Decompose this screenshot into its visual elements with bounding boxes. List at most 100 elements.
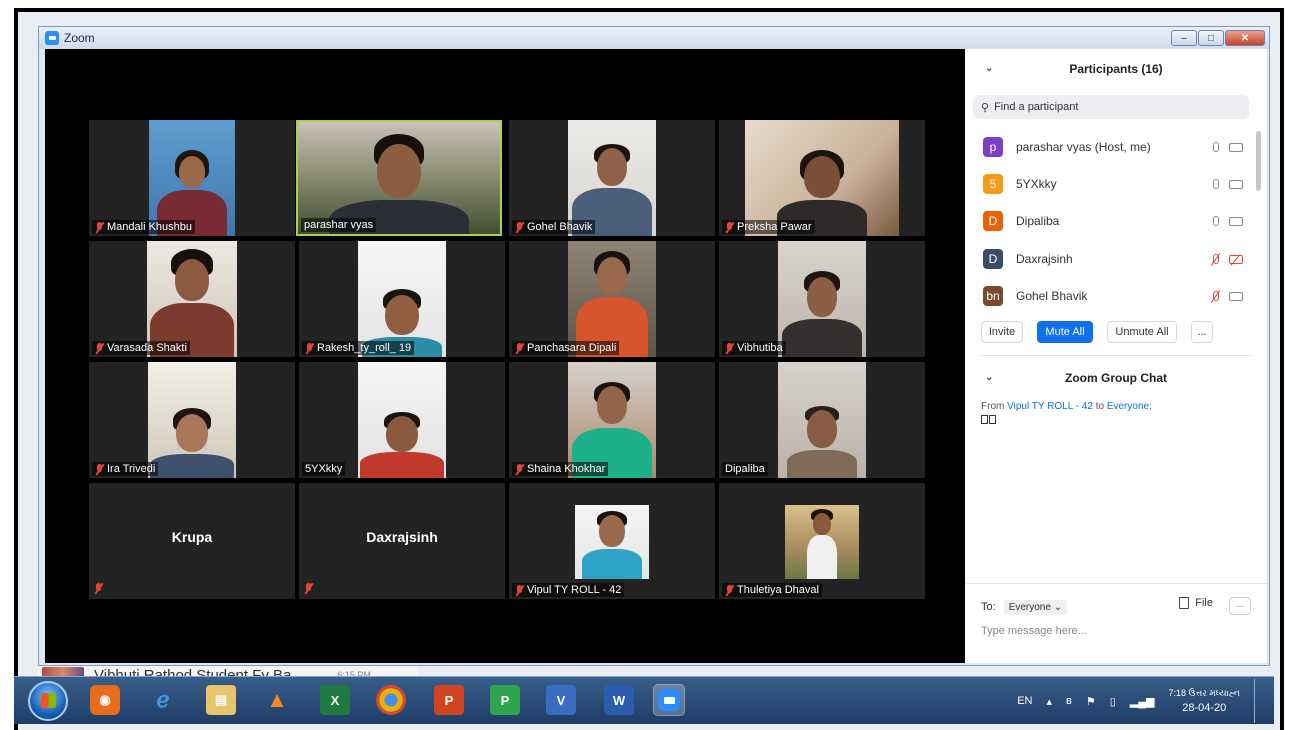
- sender-name[interactable]: Vipul TY ROLL - 42: [1007, 401, 1093, 412]
- name-tag: Vipul TY ROLL - 42: [512, 583, 625, 597]
- title-bar[interactable]: Zoom – □ ✕: [39, 27, 1269, 49]
- video-tile[interactable]: Dipaliba: [719, 362, 925, 478]
- chat-more-button[interactable]: ···: [1229, 597, 1251, 615]
- vlc-icon[interactable]: ▲: [262, 685, 292, 715]
- participant-name: Daxrajsinh: [366, 529, 438, 545]
- zoom-taskbar-icon[interactable]: [654, 685, 684, 715]
- outlook-icon[interactable]: ◉: [90, 685, 120, 715]
- participant-video: [778, 362, 866, 478]
- video-tile-active-speaker[interactable]: parashar vyas: [296, 120, 502, 236]
- microphone-muted-icon[interactable]: [1213, 291, 1219, 301]
- language-indicator[interactable]: EN: [1017, 695, 1032, 707]
- participant-name: Preksha Pawar: [737, 221, 812, 233]
- unmute-all-button[interactable]: Unmute All: [1107, 321, 1177, 343]
- name-tag: parashar vyas: [301, 218, 377, 232]
- minimize-button[interactable]: –: [1171, 30, 1197, 46]
- flag-icon[interactable]: ⚑: [1086, 695, 1096, 708]
- participant-video: [778, 241, 866, 357]
- video-tile[interactable]: Panchasara Dipali: [509, 241, 715, 357]
- camera-icon[interactable]: [1229, 142, 1243, 152]
- participant-name: Vibhutiba: [737, 342, 783, 354]
- microphone-icon[interactable]: [1213, 216, 1219, 226]
- bluetooth-icon[interactable]: ʙ: [1066, 695, 1072, 707]
- signal-icon[interactable]: ▂▄▆: [1130, 695, 1155, 708]
- participant-video: [568, 120, 656, 236]
- participant-row[interactable]: p parashar vyas (Host, me): [983, 135, 1243, 159]
- participant-name: Mandali Khushbu: [107, 221, 193, 233]
- video-tile[interactable]: Preksha Pawar: [719, 120, 925, 236]
- maximize-button[interactable]: □: [1198, 30, 1224, 46]
- internet-explorer-icon[interactable]: ℯ: [148, 685, 178, 715]
- mic-muted-icon: [95, 221, 104, 233]
- divider: [981, 355, 1251, 356]
- show-hidden-icons-icon[interactable]: ▴: [1046, 695, 1052, 708]
- video-tile[interactable]: Rakesh_ty_roll_ 19: [299, 241, 505, 357]
- microphone-muted-icon[interactable]: [1213, 254, 1219, 264]
- video-tile[interactable]: Mandali Khushbu: [89, 120, 295, 236]
- clock[interactable]: 7:18 ઉત્તર મધ્યાહ્ન 28-04-20: [1169, 686, 1240, 716]
- file-button[interactable]: File: [1179, 597, 1213, 609]
- microphone-icon[interactable]: [1213, 179, 1219, 189]
- video-tile[interactable]: Gohel Bhavik: [509, 120, 715, 236]
- profile-picture: [785, 505, 859, 579]
- video-tile[interactable]: Vipul TY ROLL - 42: [509, 483, 715, 599]
- chat-title: Zoom Group Chat: [1065, 371, 1167, 385]
- video-tile-no-video[interactable]: Daxrajsinh: [299, 483, 505, 599]
- visio-icon[interactable]: V: [546, 685, 576, 715]
- more-options-button[interactable]: ...: [1191, 321, 1213, 343]
- camera-off-icon[interactable]: [1229, 254, 1243, 264]
- collapse-chevron-icon[interactable]: ⌄: [985, 63, 993, 74]
- name-tag: Shaina Khokhar: [512, 462, 609, 476]
- video-tile[interactable]: Vibhutiba: [719, 241, 925, 357]
- chat-message-input[interactable]: Type message here...: [981, 625, 1087, 637]
- name-tag: Preksha Pawar: [722, 220, 815, 234]
- excel-icon[interactable]: X: [320, 685, 350, 715]
- participant-name: Rakesh_ty_roll_ 19: [317, 342, 412, 354]
- start-button[interactable]: [28, 681, 68, 721]
- participant-row[interactable]: D Daxrajsinh: [983, 247, 1243, 271]
- camera-icon[interactable]: [1229, 179, 1243, 189]
- participant-row[interactable]: bn Gohel Bhavik: [983, 284, 1243, 308]
- collapse-chevron-icon[interactable]: ⌄: [985, 372, 993, 383]
- screenshot-frame: Zoom – □ ✕ Mandali Khushbu parashar vyas…: [14, 8, 1284, 730]
- system-tray: EN ▴ ʙ ⚑ ▯ ▂▄▆ 7:18 ઉત્તર મધ્યાહ્ન 28-04…: [1017, 679, 1264, 723]
- chrome-icon[interactable]: [376, 685, 406, 715]
- name-tag: Dipaliba: [722, 462, 768, 476]
- chat-message-meta: From Vipul TY ROLL - 42 to Everyone:: [981, 401, 1152, 412]
- participant-row[interactable]: 5 5YXkky: [983, 172, 1243, 196]
- participant-row[interactable]: D Dipaliba: [983, 209, 1243, 233]
- mic-muted-icon: [305, 342, 314, 354]
- invite-button[interactable]: Invite: [981, 321, 1023, 343]
- chat-recipient-row: To: Everyone ⌄ File ···: [981, 597, 1251, 617]
- video-tile[interactable]: Thuletiya Dhaval: [719, 483, 925, 599]
- camera-icon[interactable]: [1229, 216, 1243, 226]
- mic-muted-icon: [94, 583, 103, 594]
- clock-time: 7:18 ઉત્તર મધ્યાહ્ન: [1168, 688, 1240, 698]
- camera-icon[interactable]: [1229, 291, 1243, 301]
- video-tile[interactable]: Varasada Shakti: [89, 241, 295, 357]
- video-tile[interactable]: 5YXkky: [299, 362, 505, 478]
- participant-video: [745, 120, 899, 236]
- project-icon[interactable]: P: [490, 685, 520, 715]
- battery-icon[interactable]: ▯: [1110, 695, 1116, 708]
- name-tag: Ira Trivedi: [92, 462, 159, 476]
- participant-name: Gohel Bhavik: [527, 221, 593, 233]
- show-desktop-button[interactable]: [1254, 679, 1264, 723]
- close-button[interactable]: ✕: [1225, 30, 1265, 46]
- participant-name: Thuletiya Dhaval: [737, 584, 819, 596]
- word-icon[interactable]: W: [604, 685, 634, 715]
- chat-header: ⌄ Zoom Group Chat: [965, 365, 1267, 391]
- video-tile-no-video[interactable]: Krupa: [89, 483, 295, 599]
- participant-name: Shaina Khokhar: [527, 463, 606, 475]
- powerpoint-icon[interactable]: P: [434, 685, 464, 715]
- mic-muted-icon: [515, 342, 524, 354]
- participant-search-input[interactable]: ⚲ Find a participant: [973, 95, 1249, 119]
- video-tile[interactable]: Ira Trivedi: [89, 362, 295, 478]
- recipient-dropdown[interactable]: Everyone ⌄: [1003, 599, 1068, 615]
- microphone-icon[interactable]: [1213, 142, 1219, 152]
- avatar: p: [983, 137, 1003, 157]
- file-explorer-icon[interactable]: ▤: [206, 685, 236, 715]
- video-tile[interactable]: Shaina Khokhar: [509, 362, 715, 478]
- participants-scrollbar[interactable]: [1256, 131, 1261, 191]
- mute-all-button[interactable]: Mute All: [1037, 321, 1093, 343]
